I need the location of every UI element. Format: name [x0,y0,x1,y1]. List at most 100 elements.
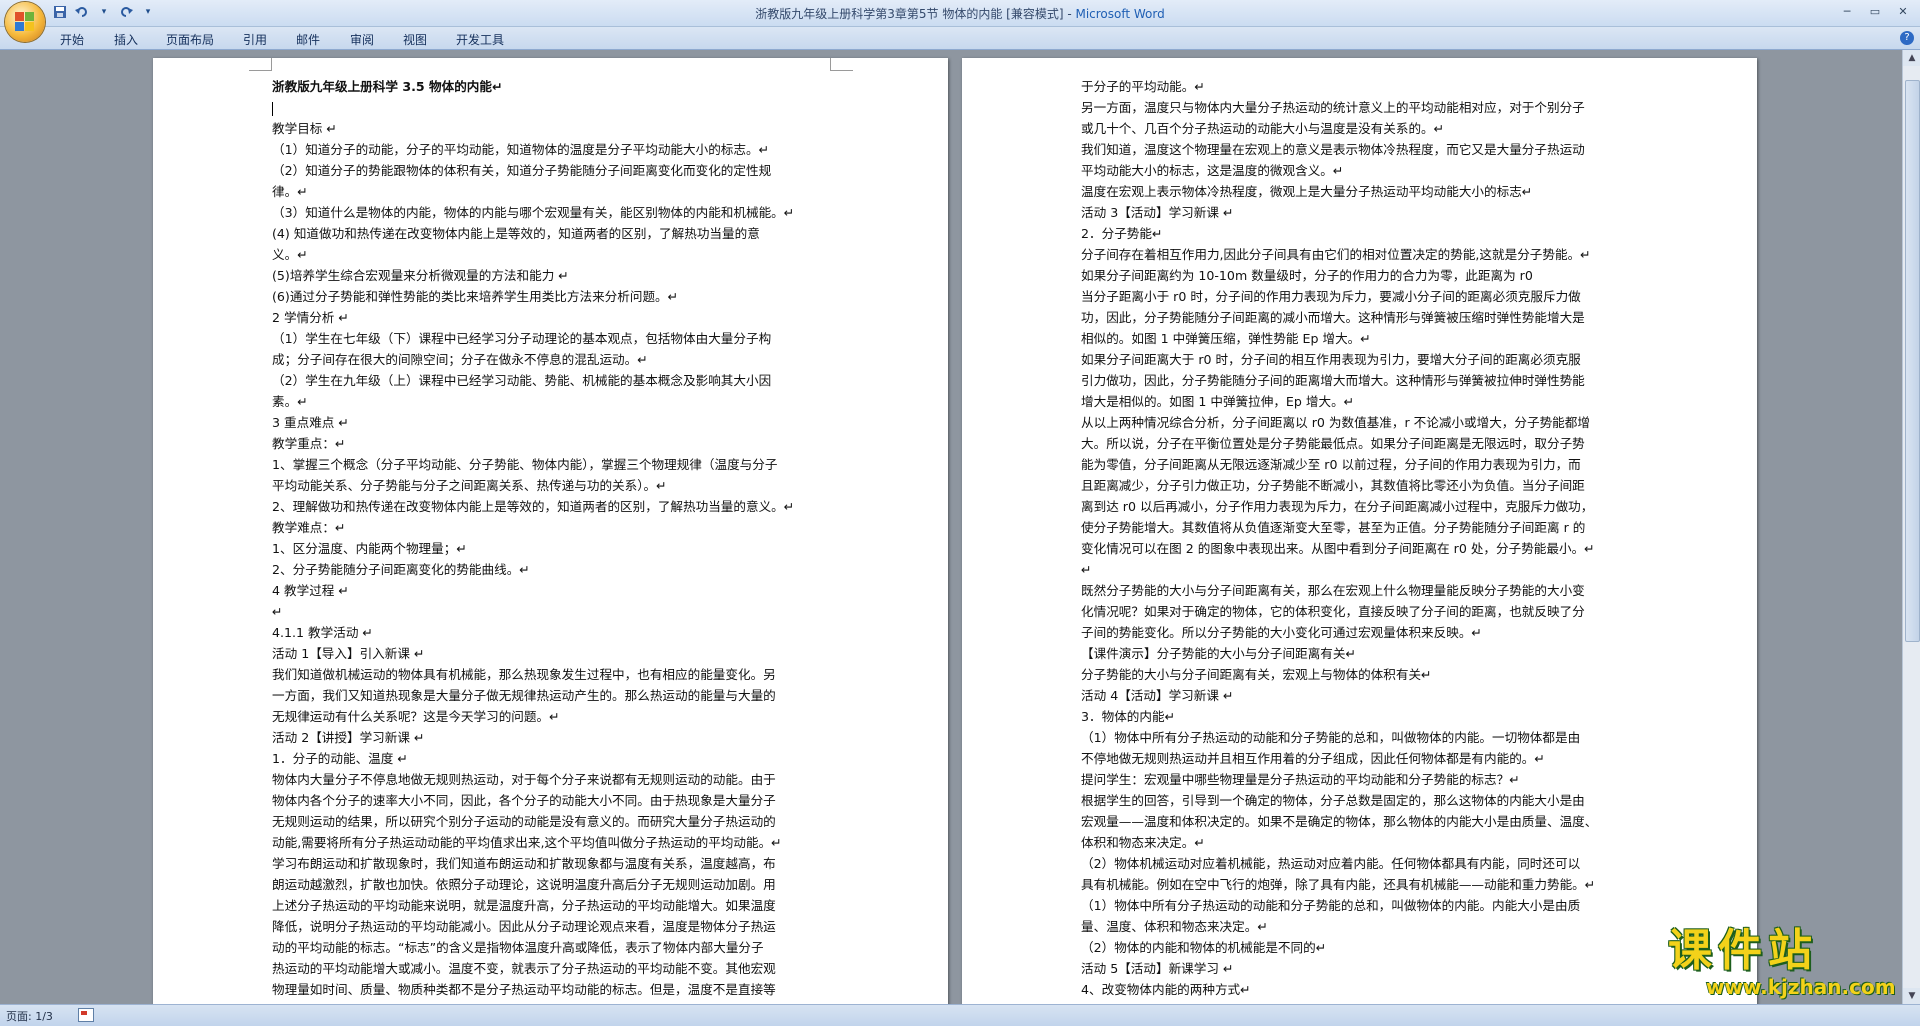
text-line: ↵ [1081,562,1092,577]
text-line: 教学难点：↵ [272,520,346,535]
text-line: 活动 4【活动】学习新课 ↵ [1081,688,1234,703]
text-line: 活动 3【活动】学习新课 ↵ [1081,205,1234,220]
tab-page-layout[interactable]: 页面布局 [166,31,214,48]
text-line: 相似的。如图 1 中弹簧压缩，弹性势能 Ep 增大。↵ [1081,331,1371,346]
text-line: 提问学生：宏观量中哪些物理量是分子热运动的平均动能和分子势能的标志？↵ [1081,772,1520,787]
text-line: （2）物体机械运动对应着机械能，热运动对应着内能。任何物体都具有内能，同时还可以 [1081,856,1581,871]
page-2-text: 于分子的平均动能。↵ 另一方面，温度只与物体内大量分子热运动的统计意义上的平均动能… [1081,76,1641,1000]
proofing-icon[interactable] [78,1008,94,1022]
help-icon[interactable]: ? [1900,31,1914,45]
text-line: 1、掌握三个概念（分子平均动能、分子势能、物体内能），掌握三个物理规律（温度与分… [272,457,778,472]
document-area: 浙教版九年级上册科学 3.5 物体的内能↵ 教学目标 ↵ （1）知道分子的动能，分子… [0,50,1902,1004]
text-line: 大。所以说，分子在平衡位置处是分子势能最低点。如果分子间距离是无限远时，取分子势 [1081,436,1585,451]
document-page-2[interactable]: 于分子的平均动能。↵ 另一方面，温度只与物体内大量分子热运动的统计意义上的平均动能… [962,58,1757,1004]
text-line: 平均动能关系、分子势能与分子之间距离关系、热传递与功的关系）。↵ [272,478,667,493]
text-line: 宏观量——温度和体积决定的。如果不是确定的物体，那么物体的内能大小是由质量、温度… [1081,814,1598,829]
text-line: 或几十个、几百个分子热运动的动能大小与温度是没有关系的。↵ [1081,121,1445,136]
page-count[interactable]: 页面: 1/3 [6,1008,53,1024]
text-line: 活动 1【导入】引入新课 ↵ [272,646,425,661]
text-line: 降低，说明分子热运动的平均动能减小。因此从分子动理论观点来看，温度是物体分子热运 [272,919,776,934]
text-line: 平均动能大小的标志，这是温度的微观含义。↵ [1081,163,1344,178]
text-line: 2．分子势能↵ [1081,226,1163,241]
margin-marker [830,58,853,71]
text-line: 成；分子间存在很大的间隙空间；分子在做永不停息的混乱运动。↵ [272,352,648,367]
title-bar: ▾ ▾ 浙教版九年级上册科学第3章第5节 物体的内能 [兼容模式] - Micr… [0,0,1920,42]
text-line: 一方面，我们又知道热现象是大量分子做无规律热运动产生的。那么热运动的能量与大量的 [272,688,776,703]
maximize-button[interactable]: ▭ [1862,2,1888,21]
office-logo-icon [15,12,35,32]
text-line: 体积和物态来决定。↵ [1081,835,1205,850]
minimize-button[interactable]: ─ [1834,2,1860,21]
text-line: 变化情况可以在图 2 的图象中表现出来。从图中看到分子间距离在 r0 处，分子势… [1081,541,1595,556]
text-line: （1）物体中所有分子热运动的动能和分子势能的总和，叫做物体的内能。一切物体都是由 [1081,730,1581,745]
text-line: 离到达 r0 以后再减小，分子作用力表现为斥力，在分子间距离减小过程中，克服斥力… [1081,499,1594,514]
tab-home[interactable]: 开始 [60,31,84,48]
text-line: 且距离减少，分子引力做正功，分子势能不断减小，其数值将比零还小为负值。当分子间距 [1081,478,1585,493]
scroll-up-icon[interactable]: ▲ [1903,50,1920,66]
text-line: （3）知道什么是物体的内能，物体的内能与哪个宏观量有关，能区别物体的内能和机械能… [272,205,795,220]
text-line: 于分子的平均动能。↵ [1081,79,1205,94]
text-line: 物理量如时间、质量、物质种类都不是分子热运动平均动能的标志。但是，温度不是直接等 [272,982,776,997]
text-line: 无规律运动有什么关系呢？这是今天学习的问题。↵ [272,709,560,724]
document-page-1[interactable]: 浙教版九年级上册科学 3.5 物体的内能↵ 教学目标 ↵ （1）知道分子的动能，分子… [153,58,948,1004]
text-line: 物体内各个分子的速率大小不同，因此，各个分子的动能大小不同。由于热现象是大量分子 [272,793,776,808]
text-line: 如果分子间距离约为 10-10m 数量级时，分子的作用力的合力为零，此距离为 r… [1081,268,1533,283]
text-line: 浙教版九年级上册科学 3.5 物体的内能↵ [272,79,503,94]
text-line: 从以上两种情况综合分析，分子间距离以 r0 为数值基准，r 不论减小或增大，分子… [1081,415,1590,430]
text-line: (4) 知道做功和热传递在改变物体内能上是等效的，知道两者的区别，了解热功当量的… [272,226,760,241]
window-title: 浙教版九年级上册科学第3章第5节 物体的内能 [兼容模式] - Microsof… [0,5,1920,22]
text-line: 2、理解做功和热传递在改变物体内能上是等效的，知道两者的区别，了解热功当量的意义… [272,499,795,514]
text-line: 如果分子间距离大于 r0 时，分子间的相互作用表现为引力，要增大分子间的距离必须… [1081,352,1581,367]
text-line: 无规则运动的结果，所以研究个别分子运动的动能是没有意义的。而研究大量分子热运动的 [272,814,776,829]
text-line: 义。↵ [272,247,308,262]
tab-references[interactable]: 引用 [243,31,267,48]
text-line: 我们知道，温度这个物理量在宏观上的意义是表示物体冷热程度，而它又是大量分子热运动 [1081,142,1585,157]
text-line: 功，因此，分子势能随分子间距离的减小而增大。这种情形与弹簧被压缩时弹性势能增大是 [1081,310,1585,325]
scroll-thumb[interactable] [1905,80,1920,642]
text-line [272,97,832,118]
text-line: 教学重点：↵ [272,436,346,451]
text-line: 引力做功，因此，分子势能随分子间的距离增大而增大。这种情形与弹簧被拉伸时弹性势能 [1081,373,1585,388]
vertical-scrollbar[interactable]: ▲ ▼ [1902,50,1920,1004]
text-line: (5)培养学生综合宏观量来分析微观量的方法和能力 ↵ [272,268,569,283]
text-line: 温度在宏观上表示物体冷热程度，微观上是大量分子热运动平均动能大小的标志↵ [1081,184,1533,199]
text-line: 子间的势能变化。所以分子势能的大小变化可通过宏观量体积来反映。↵ [1081,625,1482,640]
text-line: 2 学情分析 ↵ [272,310,349,325]
text-line: 不停地做无规则热运动并且相互作用着的分子组成，因此任何物体都是有内能的。↵ [1081,751,1545,766]
text-line: (6)通过分子势能和弹性势能的类比来培养学生用类比方法来分析问题。↵ [272,289,679,304]
close-button[interactable]: ✕ [1890,2,1916,21]
text-line: 律。↵ [272,184,308,199]
tab-review[interactable]: 审阅 [350,31,374,48]
text-line: 另一方面，温度只与物体内大量分子热运动的统计意义上的平均动能相对应，对于个别分子 [1081,100,1585,115]
text-line: 朗运动越激烈，扩散也加快。依照分子动理论，这说明温度升高后分子无规则运动加剧。用 [272,877,776,892]
text-line: 【课件演示】分子势能的大小与分子间距离有关↵ [1081,646,1357,661]
text-line: （2）知道分子的势能跟物体的体积有关，知道分子势能随分子间距离变化而变化的定性规 [272,163,772,178]
text-line: 我们知道做机械运动的物体具有机械能，那么热现象发生过程中，也有相应的能量变化。另 [272,667,776,682]
watermark-url: www.kjzhan.com [1706,975,1896,999]
text-line: 3．物体的内能↵ [1081,709,1176,724]
tab-view[interactable]: 视图 [403,31,427,48]
text-cursor [272,101,273,116]
text-line: 使分子势能增大。其数值将从负值逐渐变大至零，甚至为正值。分子势能随分子间距离 r… [1081,520,1586,535]
text-line: （2）学生在九年级（上）课程中已经学习动能、势能、机械能的基本概念及影响其大小因 [272,373,772,388]
tab-developer[interactable]: 开发工具 [456,31,504,48]
scroll-down-icon[interactable]: ▼ [1903,988,1920,1004]
text-line: 动的平均动能的标志。“标志”的含义是指物体温度升高或降低，表示了物体内部大量分子 [272,940,764,955]
text-line: 4 教学过程 ↵ [272,583,349,598]
text-line: （2）物体的内能和物体的机械能是不同的↵ [1081,940,1327,955]
text-line: 热运动的平均动能增大或减小。温度不变，就表示了分子热运动的平均动能不变。其他宏观 [272,961,776,976]
tab-insert[interactable]: 插入 [114,31,138,48]
tab-mailings[interactable]: 邮件 [296,31,320,48]
text-line: 素。↵ [272,394,308,409]
text-line: 学习布朗运动和扩散现象时，我们知道布朗运动和扩散现象都与温度有关系，温度越高，布 [272,856,776,871]
text-line: 具有机械能。例如在空中飞行的炮弹，除了具有内能，还具有机械能——动能和重力势能。… [1081,877,1596,892]
document-title: 浙教版九年级上册科学第3章第5节 物体的内能 [兼容模式] - [755,7,1076,21]
text-line: 1．分子的动能、温度 ↵ [272,751,408,766]
text-line: 2、分子势能随分子间距离变化的势能曲线。↵ [272,562,530,577]
text-line: 活动 2【讲授】学习新课 ↵ [272,730,425,745]
office-button[interactable] [5,2,45,42]
text-line: 既然分子势能的大小与分子间距离有关，那么在宏观上什么物理量能反映分子势能的大小变 [1081,583,1585,598]
text-line: （1）学生在七年级（下）课程中已经学习分子动理论的基本观点，包括物体由大量分子构 [272,331,772,346]
text-line: 动能,需要将所有分子热运动动能的平均值求出来,这个平均值叫做分子热运动的平均动能… [272,835,782,850]
window-controls: ─ ▭ ✕ [1834,2,1916,21]
